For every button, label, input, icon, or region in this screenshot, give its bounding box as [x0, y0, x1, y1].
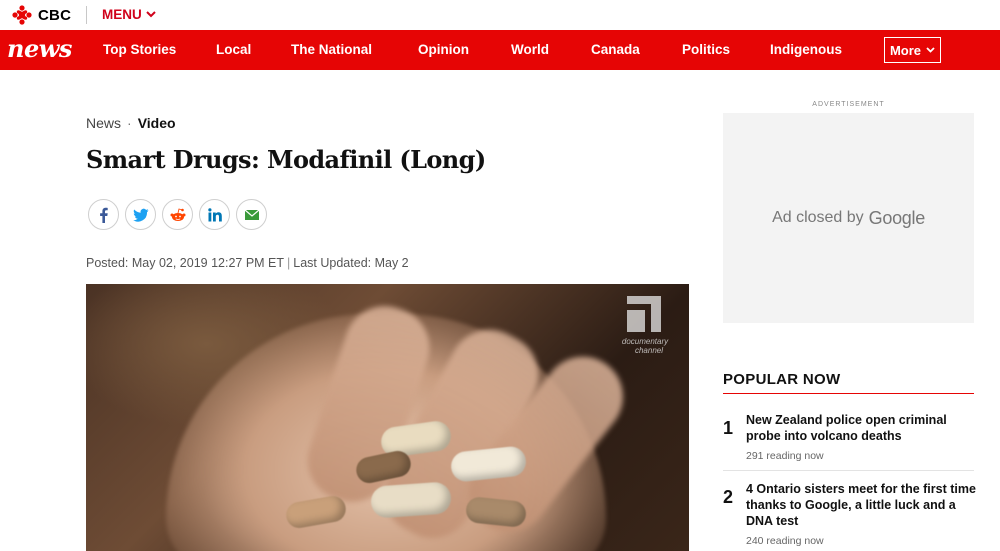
ad-slot: Ad closed by Google	[723, 113, 974, 323]
main-nav-bar: news Top Stories Local The National Opin…	[0, 30, 1000, 70]
page-title: Smart Drugs: Modafinil (Long)	[86, 145, 486, 174]
popular-item[interactable]: 2 4 Ontario sisters meet for the first t…	[723, 481, 976, 551]
menu-label: MENU	[102, 7, 142, 22]
popular-item[interactable]: 1 New Zealand police open criminal probe…	[723, 412, 974, 467]
breadcrumb-separator: ·	[127, 115, 132, 131]
ad-closed-text: Ad closed by	[772, 209, 864, 226]
last-updated-date: Last Updated: May 2	[293, 256, 409, 270]
nav-item-top-stories[interactable]: Top Stories	[103, 42, 176, 57]
video-player[interactable]: documentary channel	[86, 284, 689, 551]
top-utility-bar: CBC MENU	[0, 0, 1000, 30]
linkedin-icon	[207, 207, 222, 221]
popular-now-rule	[723, 393, 974, 394]
menu-button[interactable]: MENU	[102, 7, 156, 22]
email-icon	[244, 209, 259, 220]
share-twitter-button[interactable]	[125, 199, 156, 230]
popular-headline[interactable]: New Zealand police open criminal probe i…	[746, 412, 976, 444]
chevron-down-icon	[926, 47, 935, 53]
nav-item-world[interactable]: World	[511, 42, 549, 57]
more-menu-button[interactable]: More	[884, 37, 941, 63]
timestamp-separator: |	[287, 256, 291, 270]
breadcrumb-video-link[interactable]: Video	[138, 115, 176, 131]
popular-rank: 2	[723, 487, 734, 507]
popular-reading-count: 291 reading now	[746, 450, 824, 462]
google-logo-text: Google	[868, 207, 926, 228]
svg-text:channel: channel	[635, 346, 663, 355]
share-facebook-button[interactable]	[88, 199, 119, 230]
cbc-gem-logo-icon[interactable]	[11, 5, 33, 25]
more-label: More	[889, 42, 922, 58]
nav-item-opinion[interactable]: Opinion	[418, 42, 469, 57]
advertisement-label: ADVERTISEMENT	[812, 101, 885, 108]
share-linkedin-button[interactable]	[199, 199, 230, 230]
share-reddit-button[interactable]	[162, 199, 193, 230]
popular-rank: 1	[723, 418, 734, 438]
news-logo[interactable]: news	[7, 34, 72, 63]
popular-headline[interactable]: 4 Ontario sisters meet for the first tim…	[746, 481, 976, 529]
reddit-icon	[170, 207, 185, 221]
twitter-icon	[132, 208, 148, 222]
share-buttons	[88, 199, 267, 230]
popular-divider	[723, 470, 974, 471]
breadcrumb-news-link[interactable]: News	[86, 115, 121, 131]
breadcrumb: News · Video	[86, 115, 176, 131]
share-email-button[interactable]	[236, 199, 267, 230]
popular-now-heading: POPULAR NOW	[723, 371, 841, 388]
nav-item-the-national[interactable]: The National	[291, 42, 372, 57]
documentary-channel-logo-icon: documentary channel	[622, 296, 669, 355]
post-timestamp: Posted: May 02, 2019 12:27 PM ET | Last Up…	[86, 256, 409, 270]
topbar-divider	[86, 6, 87, 24]
svg-text:documentary: documentary	[622, 337, 669, 346]
video-frame-pill	[369, 481, 453, 519]
chevron-down-icon	[146, 11, 156, 18]
posted-date: Posted: May 02, 2019 12:27 PM ET	[86, 256, 285, 270]
popular-reading-count: 240 reading now	[746, 535, 824, 547]
nav-item-canada[interactable]: Canada	[591, 42, 640, 57]
nav-item-indigenous[interactable]: Indigenous	[770, 42, 842, 57]
cbc-brand-text[interactable]: CBC	[38, 7, 71, 24]
facebook-icon	[99, 207, 108, 223]
nav-item-local[interactable]: Local	[216, 42, 251, 57]
nav-item-politics[interactable]: Politics	[682, 42, 730, 57]
